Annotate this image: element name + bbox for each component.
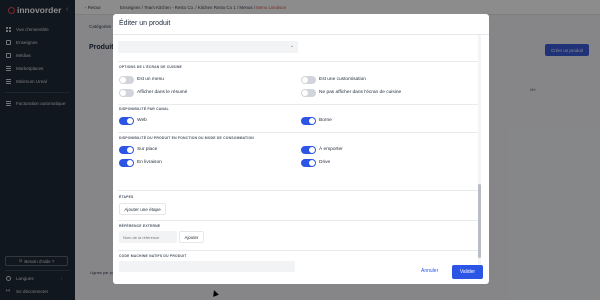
toggle-knob: [127, 147, 133, 153]
toggle-label: Ne pas afficher dans l'écran de cuisine: [319, 90, 402, 95]
toggle-label: Borne: [319, 118, 332, 123]
section-divider: [118, 61, 478, 62]
toggle-label: Est un menu: [137, 77, 164, 82]
toggle-label: Afficher dans le résumé: [137, 90, 188, 95]
edit-product-modal: Éditer un produit ⌄ Options de l'écran d…: [113, 14, 489, 284]
section-divider: [118, 132, 478, 133]
consumption-mode-label: Disponibilité du produit en fonction du …: [119, 136, 254, 140]
toggle-dine-in[interactable]: [119, 146, 134, 154]
section-divider: [118, 220, 478, 221]
toggle-knob: [309, 160, 315, 166]
validate-button[interactable]: Valider: [452, 265, 483, 279]
scrollbar-thumb[interactable]: [478, 184, 481, 258]
native-code-label: Code machine natifs du produit: [119, 254, 187, 258]
modal-body: ⌄ Options de l'écran de cuisine Est un m…: [113, 35, 489, 272]
toggle-label: Drive: [319, 160, 331, 165]
toggle-knob: [127, 160, 133, 166]
steps-label: Étapes: [119, 195, 134, 199]
toggle-knob: [127, 118, 133, 124]
toggle-web[interactable]: [119, 117, 134, 125]
category-select[interactable]: ⌄: [118, 41, 298, 53]
toggle-knob: [309, 118, 315, 124]
toggle-knob: [309, 147, 315, 153]
chevron-down-icon: ⌄: [289, 43, 294, 49]
toggle-delivery[interactable]: [119, 159, 134, 167]
toggle-label: En livraison: [137, 160, 162, 165]
toggle-kiosk[interactable]: [301, 117, 316, 125]
toggle-label: Web: [137, 118, 147, 123]
toggle-is-menu[interactable]: [119, 76, 134, 84]
cancel-button[interactable]: Annuler: [421, 268, 438, 274]
toggle-takeaway[interactable]: [301, 146, 316, 154]
toggle-knob: [302, 90, 308, 96]
reference-name-input[interactable]: [119, 231, 177, 243]
toggle-knob: [120, 77, 126, 83]
toggle-is-customisation[interactable]: [301, 76, 316, 84]
modal-header: Éditer un produit: [113, 14, 489, 35]
external-reference-label: Référence externe: [119, 224, 161, 228]
toggle-show-summary[interactable]: [119, 89, 134, 97]
modal-title: Éditer un produit: [119, 20, 171, 27]
toggle-knob: [302, 77, 308, 83]
toggle-knob: [120, 90, 126, 96]
section-divider: [118, 190, 478, 191]
kitchen-options-label: Options de l'écran de cuisine: [119, 65, 182, 69]
add-step-button[interactable]: Ajouter une étape: [119, 203, 166, 215]
section-divider: [118, 104, 478, 105]
toggle-label: Sur place: [137, 147, 158, 152]
toggle-label: À emporter: [319, 147, 343, 152]
toggle-drive[interactable]: [301, 159, 316, 167]
channel-availability-label: Disponibilité par canal: [119, 107, 169, 111]
add-reference-button[interactable]: Ajouter: [179, 231, 204, 243]
section-divider: [118, 250, 478, 251]
toggle-hide-kitchen-screen[interactable]: [301, 89, 316, 97]
toggle-label: Est une customisation: [319, 77, 366, 82]
